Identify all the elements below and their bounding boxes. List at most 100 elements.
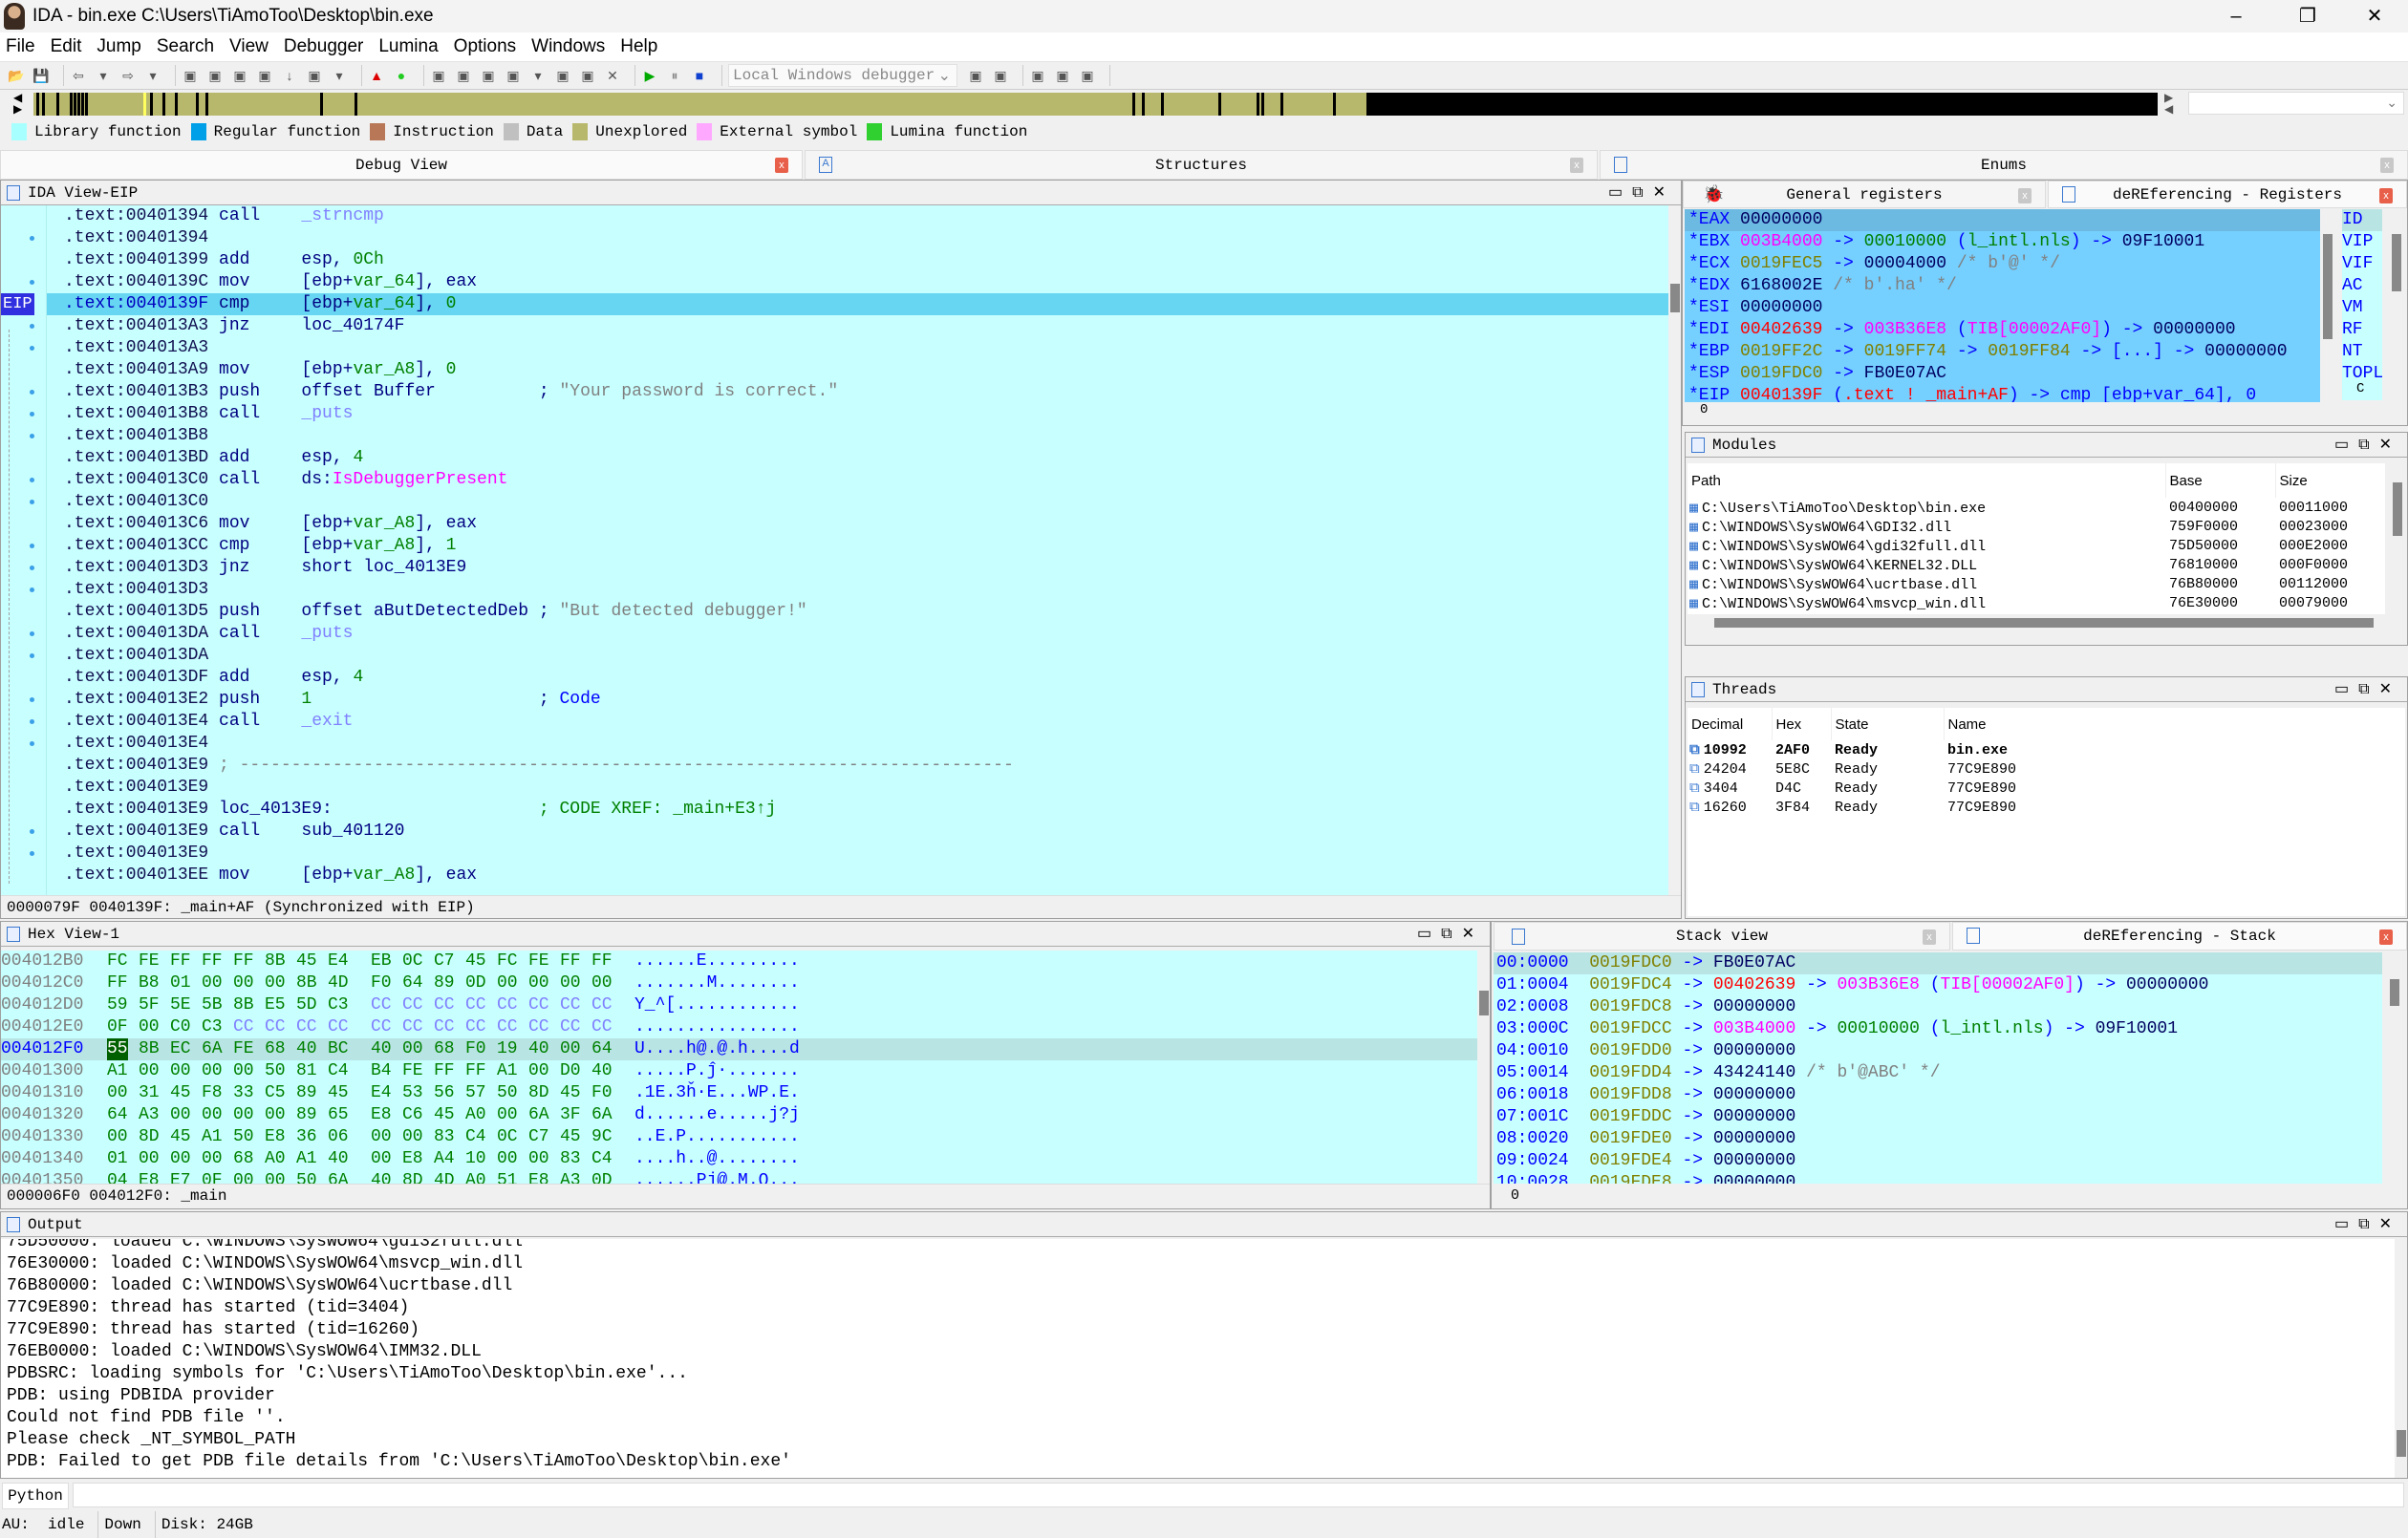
navigation-band[interactable] [33,93,2158,116]
disasm-line[interactable]: .text:0040139F cmp [ebp+var_64], 0 [47,293,1668,315]
vertical-scrollbar[interactable] [2397,1430,2406,1457]
hex-byte[interactable]: 50 [296,1170,328,1184]
disasm-line[interactable]: .text:00401394 [47,227,1668,249]
hex-byte[interactable]: FC [497,951,528,972]
stack-list[interactable]: 00:0000 0019FDC0 -> FB0E07AC 01:0004 0019… [1494,952,2382,1184]
hex-byte[interactable]: EC [170,1038,202,1060]
hex-byte[interactable]: 40 [371,1038,402,1060]
hex-byte[interactable]: CC [265,1016,296,1038]
hex-byte[interactable]: 8D [139,1126,170,1148]
vertical-scrollbar[interactable] [1670,284,1680,312]
hex-byte[interactable]: 89 [296,1082,328,1104]
hex-byte[interactable]: FE [402,1060,434,1082]
hex-byte[interactable]: 55 [107,1038,128,1060]
hex-byte[interactable]: 50 [497,1082,528,1104]
disasm-line[interactable]: .text:004013A9 mov [ebp+var_A8], 0 [47,359,1668,381]
flag-vip[interactable]: VIP [2342,231,2382,253]
hex-byte[interactable]: 8B [139,1038,170,1060]
nav-left-arrows-icon[interactable]: ◀ ▶ [13,92,22,115]
menu-windows[interactable]: Windows [531,36,605,57]
disasm-line[interactable]: .text:004013DA [47,645,1668,667]
hex-byte[interactable]: CC [465,994,497,1016]
column-header-base[interactable]: Base [2164,463,2275,498]
register-row[interactable]: *EIP 0040139F (.text ! _main+AF) -> cmp … [1685,385,2320,402]
menu-debugger[interactable]: Debugger [284,36,363,57]
disasm-line[interactable]: .text:004013E4 call _exit [47,711,1668,733]
hex-row[interactable]: 00401330 00 8D 45 A1 50 E8 36 06 00 00 83 C4 0C C7 45 9C… [1,1126,1477,1148]
hex-byte[interactable]: CC [528,1016,560,1038]
hex-byte[interactable]: 6A [591,1104,623,1126]
hex-byte[interactable]: E8 [139,1170,170,1184]
hex-byte[interactable]: 00 [202,1104,233,1126]
hex-byte[interactable]: CC [434,994,465,1016]
hex-byte[interactable]: E8 [265,1126,296,1148]
binary-icon[interactable]: ▣ [231,67,248,84]
hex-byte[interactable]: 83 [560,1148,591,1170]
stop-icon[interactable]: ■ [691,67,708,84]
hex-byte[interactable]: 89 [434,972,465,994]
hex-byte[interactable]: 4D [328,972,359,994]
hex-byte[interactable]: 00 [591,972,623,994]
vertical-scrollbar[interactable] [2323,234,2333,339]
menu-lumina[interactable]: Lumina [378,36,438,57]
hex-byte[interactable]: 5F [139,994,170,1016]
hex-byte[interactable]: 50 [233,1126,265,1148]
hex-code-icon[interactable]: ▣ [182,67,199,84]
hex-byte[interactable]: 40 [371,1170,402,1184]
hex-byte[interactable]: 6A [202,1038,233,1060]
stack-row[interactable]: 09:0024 0019FDE4 -> 00000000 [1494,1150,2382,1172]
menu-options[interactable]: Options [454,36,516,57]
disasm-line[interactable]: .text:004013E9 [47,843,1668,865]
flag-vif[interactable]: VIF [2342,253,2382,275]
register-row[interactable]: *EAX 00000000 [1685,209,2320,231]
register-row[interactable]: *EDI 00402639 -> 003B36E8 (TIB[00002AF0]… [1685,319,2320,341]
hex-byte[interactable]: E4 [328,951,359,972]
hex-byte[interactable]: 45 [170,1082,202,1104]
horizontal-scrollbar[interactable] [1714,618,2374,628]
hex-byte[interactable]: 00 [265,1104,296,1126]
text-icon[interactable]: ▣ [206,67,224,84]
hex-byte[interactable]: 00 [497,1104,528,1126]
disasm-line[interactable]: .text:004013BD add esp, 4 [47,447,1668,469]
hex-row[interactable]: 00401320 64 A3 00 00 00 00 89 65 E8 C6 45 A0 00 6A 3F 6A… [1,1104,1477,1126]
hex-byte[interactable]: 00 [528,1060,560,1082]
stack-row[interactable]: 01:0004 0019FDC4 -> 00402639 -> 003B36E8… [1494,974,2382,996]
stack-row[interactable]: 07:001C 0019FDDC -> 00000000 [1494,1106,2382,1128]
close-icon[interactable]: x [2379,929,2393,945]
hex-byte[interactable]: 50 [265,1060,296,1082]
hex-byte[interactable]: 00 [371,1148,402,1170]
hex-byte[interactable]: 45 [465,951,497,972]
hex-byte[interactable]: D0 [560,1060,591,1082]
hex-byte[interactable]: 0D [591,1170,623,1184]
hex-byte[interactable]: 00 [560,1038,591,1060]
hex-byte[interactable]: 4D [434,1170,465,1184]
hex-byte[interactable]: CC [560,1016,591,1038]
hex-byte[interactable]: 64 [402,972,434,994]
hex-byte[interactable]: 0C [497,1126,528,1148]
hex-row[interactable]: 00401310 00 31 45 F8 33 C5 89 45 E4 53 56 57 50 8D 45 F0… [1,1082,1477,1104]
hex-byte[interactable]: 40 [328,1148,359,1170]
tab-structures[interactable]: A Structures x [805,150,1598,180]
hex-byte[interactable]: A1 [107,1060,139,1082]
command-input[interactable] [73,1483,2404,1507]
disasm-line[interactable]: .text:004013B8 call _puts [47,403,1668,425]
hex-byte[interactable]: F0 [591,1082,623,1104]
table-row[interactable]: ⧉ 10992 2AF0 Ready bin.exe [1688,740,2230,759]
table-row[interactable]: ▦ C:\WINDOWS\SysWOW64\ucrtbase.dll 76B8000… [1688,574,2380,593]
hex-byte[interactable]: 00 [371,1126,402,1148]
vertical-scrollbar[interactable] [1479,991,1489,1015]
hex-byte[interactable]: A3 [560,1170,591,1184]
vertical-scrollbar[interactable] [2390,979,2399,1006]
table-row[interactable]: ▦ C:\Users\TiAmoToo\Desktop\bin.exe 004000… [1688,498,2380,517]
flag-rf[interactable]: RF [2342,319,2382,341]
table-row[interactable]: ⧉ 16260 3F84 Ready 77C9E890 [1688,798,2230,817]
struct-icon[interactable]: ▣ [505,67,522,84]
menu-search[interactable]: Search [157,36,214,57]
hex-byte[interactable]: C4 [591,1148,623,1170]
dropdown-icon[interactable]: ▾ [529,67,547,84]
hex-byte[interactable]: FF [202,951,233,972]
hex-byte[interactable]: 0D [465,972,497,994]
hex-byte[interactable]: 64 [591,1038,623,1060]
hex-byte[interactable]: 45 [560,1126,591,1148]
hex-dump[interactable]: 004012B0 FC FE FF FF FF 8B 45 E4 EB 0C C7 45 FC FE FF FF… [1,951,1477,1184]
